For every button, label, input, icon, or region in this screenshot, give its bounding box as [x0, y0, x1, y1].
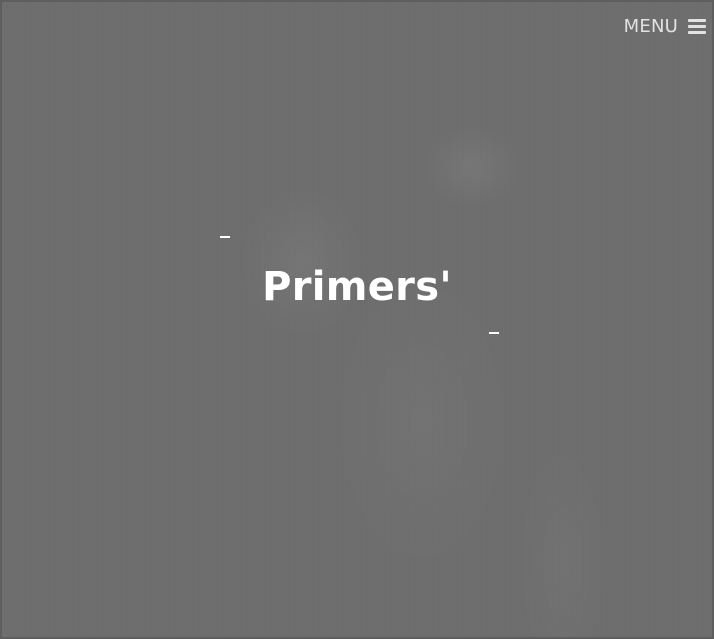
title-decoration-dash-bottom	[489, 332, 499, 334]
title-container: Primers'	[2, 260, 712, 314]
page-title: Primers'	[262, 264, 452, 310]
hamburger-icon	[688, 19, 706, 34]
title-decoration-dash-top	[220, 236, 230, 238]
hero-section: MENU Primers'	[0, 0, 714, 639]
menu-button[interactable]: MENU	[624, 16, 706, 37]
menu-label: MENU	[623, 16, 678, 37]
